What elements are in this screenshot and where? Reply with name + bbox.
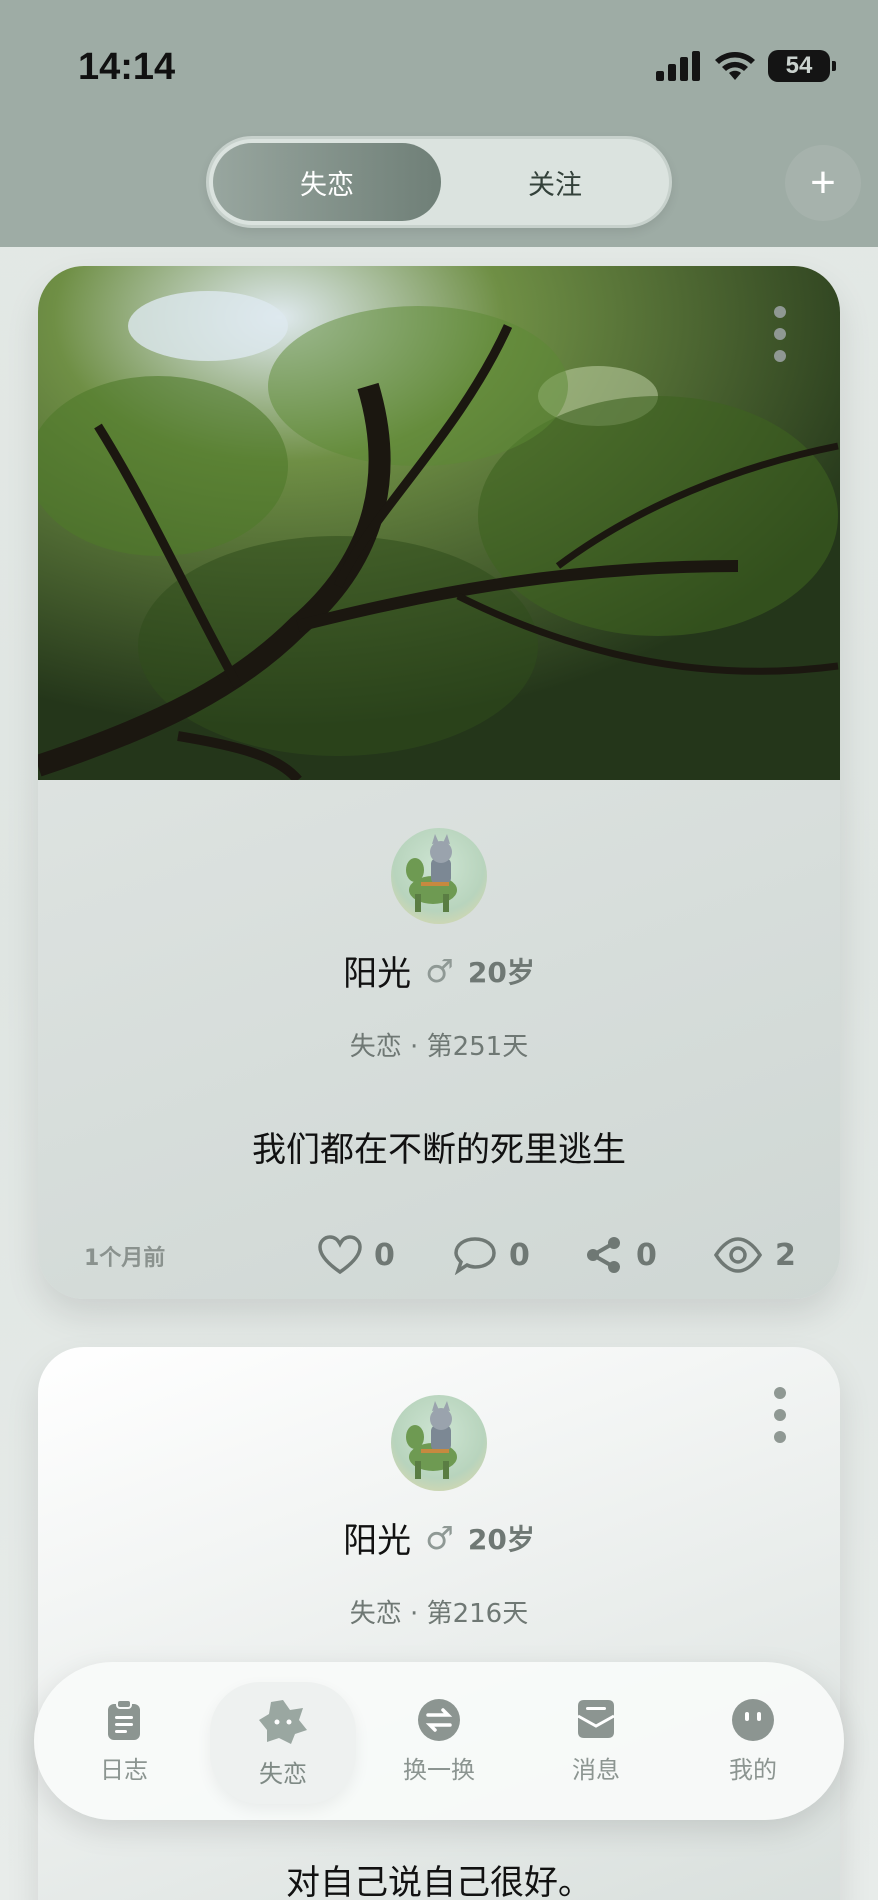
author-row: 阳光 ♂ 20岁 <box>38 1513 840 1562</box>
author-age: 20岁 <box>467 1522 535 1556</box>
face-icon <box>732 1698 774 1741</box>
author-row: 阳光 ♂ 20岁 <box>38 946 840 995</box>
tab-breakup[interactable]: 失恋 <box>213 143 441 221</box>
tab-label: 失恋 <box>259 1759 307 1788</box>
like-button[interactable]: 0 <box>318 1230 395 1280</box>
add-post-button[interactable]: + <box>785 145 861 221</box>
breakup-status: 失恋 · 第216天 <box>349 1599 529 1629</box>
status-time: 14:14 <box>78 46 176 88</box>
post-time: 1个月前 <box>84 1246 166 1271</box>
clipboard-icon <box>108 1698 140 1740</box>
tab-label: 我的 <box>729 1755 777 1784</box>
tab-swap[interactable]: 换一换 <box>369 1662 509 1820</box>
male-icon: ♂ <box>425 1518 454 1557</box>
male-icon: ♂ <box>425 951 454 990</box>
view-count: 2 <box>775 1237 796 1273</box>
message-icon <box>577 1699 615 1738</box>
breakup-status: 失恋 · 第251天 <box>349 1032 529 1062</box>
tab-label: 换一换 <box>403 1755 475 1784</box>
tab-breakup-feed[interactable]: 失恋 <box>210 1682 356 1804</box>
bottom-tab-bar: 日志 失恋 换一换 消息 我的 <box>34 1662 844 1820</box>
tab-following[interactable]: 关注 <box>441 143 669 221</box>
share-count: 0 <box>636 1237 657 1273</box>
heart-icon <box>318 1235 362 1275</box>
comment-count: 0 <box>509 1237 530 1273</box>
tab-label: 日志 <box>100 1755 148 1784</box>
author-name[interactable]: 阳光 <box>343 946 411 995</box>
tab-messages[interactable]: 消息 <box>526 1662 666 1820</box>
comment-button[interactable]: 0 <box>453 1230 530 1280</box>
swap-icon <box>418 1698 460 1741</box>
tab-profile[interactable]: 我的 <box>683 1662 823 1820</box>
comment-icon <box>454 1237 496 1275</box>
like-count: 0 <box>374 1237 395 1273</box>
status-icons: 54 <box>656 50 836 82</box>
tab-journal[interactable]: 日志 <box>54 1662 194 1820</box>
post-footer: 1个月前 0 0 0 2 <box>38 1230 840 1280</box>
author-age: 20岁 <box>467 955 535 989</box>
tab-label: 消息 <box>572 1755 620 1784</box>
wifi-icon <box>715 52 755 80</box>
avatar[interactable] <box>391 1395 487 1491</box>
signal-icon <box>656 51 700 81</box>
author-name[interactable]: 阳光 <box>343 1513 411 1562</box>
battery-indicator: 54 <box>768 50 836 82</box>
broken-flower-icon <box>259 1699 307 1744</box>
share-button[interactable]: 0 <box>584 1230 657 1280</box>
eye-icon <box>713 1237 763 1273</box>
post-text: 对自己说自己很好。 <box>286 1863 592 1900</box>
avatar[interactable] <box>391 828 487 924</box>
post-text: 我们都在不断的死里逃生 <box>252 1130 626 1170</box>
header: 14:14 54 失恋 关注 + <box>0 0 878 247</box>
feed-segmented-control: 失恋 关注 <box>206 136 672 228</box>
view-count-stat: 2 <box>713 1230 796 1280</box>
post-card[interactable]: 阳光 ♂ 20岁 失恋 · 第251天 我们都在不断的死里逃生 1个月前 0 0 <box>38 266 840 1299</box>
post-photo <box>38 266 840 780</box>
more-options-icon[interactable] <box>773 1387 787 1443</box>
share-icon <box>587 1237 620 1273</box>
more-options-icon[interactable] <box>773 306 787 362</box>
